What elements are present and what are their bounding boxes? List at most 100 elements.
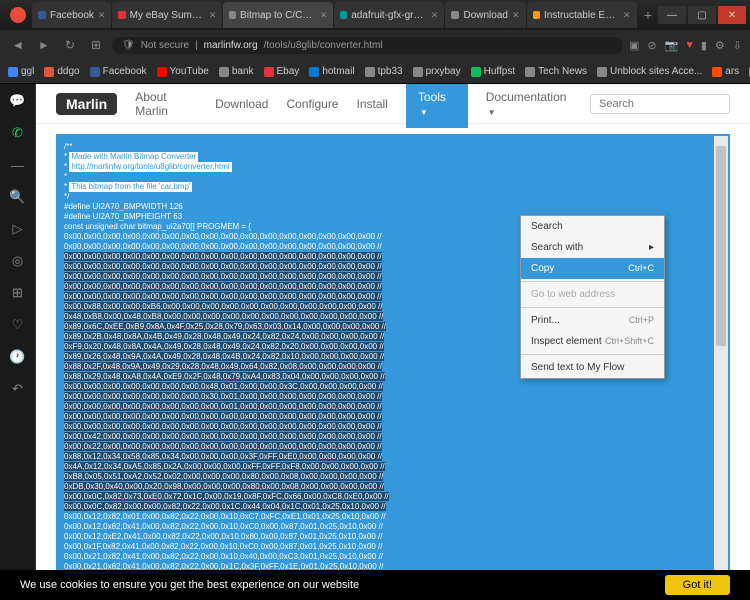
scrollbar[interactable] — [714, 136, 728, 570]
bookmark-item[interactable]: Unblock sites Acce... — [597, 66, 702, 77]
easy-setup-icon[interactable]: ⚙ — [715, 39, 725, 52]
bookmarks-bar: gglddgo Facebook YouTube bank Ebay hotmail tpb… — [0, 60, 750, 84]
shield-icon: 🛡 — [122, 40, 135, 51]
snapshot-icon[interactable]: ◎ — [9, 252, 27, 270]
favicon — [38, 11, 46, 19]
bookmark-favicon — [597, 67, 607, 77]
sidebar-toggle-icon[interactable]: ▮ — [701, 39, 707, 52]
bookmark-favicon — [712, 67, 722, 77]
nav-link[interactable]: Tools ▼ — [406, 84, 468, 128]
workspaces-icon[interactable]: ⊞ — [9, 284, 27, 302]
context-menu-item[interactable]: Inspect elementCtrl+Shift+C — [521, 331, 664, 352]
bookmark-item[interactable]: YouTube — [157, 66, 209, 77]
cookie-accept-button[interactable]: Got it! — [665, 575, 730, 595]
cookie-text: We use cookies to ensure you get the bes… — [20, 579, 359, 591]
cookie-banner: We use cookies to ensure you get the bes… — [0, 570, 750, 600]
messenger-icon[interactable]: 💬 — [9, 92, 27, 110]
tab-close-icon[interactable]: ✕ — [623, 10, 631, 21]
close-button[interactable]: ✕ — [718, 6, 746, 24]
nav-link[interactable]: Install — [356, 97, 387, 111]
bookmark-item[interactable]: ddgo — [44, 66, 79, 77]
nav-link[interactable]: Documentation ▼ — [486, 90, 572, 118]
url-path: /tools/u8glib/converter.html — [264, 40, 383, 51]
bookmark-item[interactable]: hotmail — [309, 66, 354, 77]
opera-icon[interactable] — [10, 7, 26, 23]
bookmark-item[interactable]: prxybay — [413, 66, 461, 77]
favicon — [533, 11, 540, 19]
context-menu: SearchSearch with▸CopyCtrl+C Go to web ad… — [520, 215, 665, 379]
blocker-icon[interactable]: ⊘ — [647, 39, 656, 52]
separator: — — [9, 156, 27, 174]
favicon — [451, 11, 459, 19]
context-menu-item: Go to web address — [521, 284, 664, 305]
nav-link[interactable]: About Marlin — [135, 90, 197, 118]
search-input[interactable] — [590, 94, 730, 114]
bookmark-item[interactable]: tpb33 — [365, 66, 403, 77]
context-menu-item[interactable]: Send text to My Flow — [521, 357, 664, 378]
new-tab-button[interactable]: + — [638, 7, 658, 23]
browser-tab[interactable]: Facebook✕ — [32, 2, 111, 28]
tab-close-icon[interactable]: ✕ — [209, 10, 217, 21]
browser-tab[interactable]: adafruit-gfx-graphi...✕ — [334, 2, 444, 28]
tab-close-icon[interactable]: ✕ — [98, 10, 106, 21]
nav-link[interactable]: Download — [215, 97, 268, 111]
maximize-button[interactable]: ▢ — [688, 6, 716, 24]
bookmark-favicon — [219, 67, 229, 77]
opera-sidebar: 💬 ✆ — 🔍 ▷ ◎ ⊞ ♡ 🕐 ↶ ⋯ — [0, 84, 36, 600]
camera-icon[interactable]: 📷 — [665, 39, 679, 52]
bookmark-favicon — [471, 67, 481, 77]
minimize-button[interactable]: — — [658, 6, 686, 24]
speed-dial-button[interactable]: ⊞ — [86, 38, 106, 52]
context-menu-item[interactable]: Search with▸ — [521, 237, 664, 258]
context-menu-item[interactable]: Print...Ctrl+P — [521, 310, 664, 331]
bookmark-heart-icon[interactable]: ♥ — [686, 39, 693, 52]
flow-icon[interactable]: ▷ — [9, 220, 27, 238]
bookmark-item[interactable]: Huffpst — [471, 66, 516, 77]
browser-tab[interactable]: Download✕ — [445, 2, 525, 28]
forward-button[interactable]: ► — [34, 38, 54, 52]
secure-label: Not secure — [141, 40, 189, 51]
browser-tab[interactable]: Instructable Editor✕ — [527, 2, 637, 28]
history-icon[interactable]: 🕐 — [9, 348, 27, 366]
heart-icon[interactable]: ♡ — [9, 316, 27, 334]
bookmark-item[interactable]: ars — [712, 66, 739, 77]
bookmark-favicon — [8, 67, 18, 77]
extension-icon[interactable]: ▣ — [629, 39, 639, 52]
browser-tab[interactable]: Bitmap to C/C++ C...✕ — [223, 2, 333, 28]
marlin-logo[interactable]: Marlin — [56, 93, 117, 115]
back-icon[interactable]: ↶ — [9, 380, 27, 398]
scroll-thumb[interactable] — [716, 146, 726, 346]
nav-link[interactable]: Configure — [286, 97, 338, 111]
bookmark-item[interactable]: Tech News — [525, 66, 587, 77]
bookmark-item[interactable]: ggl — [8, 66, 34, 77]
browser-tab[interactable]: My eBay Summary✕ — [112, 2, 222, 28]
chevron-down-icon: ▼ — [488, 108, 496, 117]
bookmark-item[interactable]: Ebay — [264, 66, 300, 77]
back-button[interactable]: ◄ — [8, 38, 28, 52]
whatsapp-icon[interactable]: ✆ — [9, 124, 27, 142]
bookmark-favicon — [365, 67, 375, 77]
window-controls: — ▢ ✕ — [658, 6, 746, 24]
tab-close-icon[interactable]: ✕ — [431, 10, 439, 21]
context-menu-item[interactable]: CopyCtrl+C — [521, 258, 664, 279]
search-icon[interactable]: 🔍 — [9, 188, 27, 206]
bookmark-favicon — [90, 67, 100, 77]
favicon — [340, 11, 347, 19]
address-bar: ◄ ► ↻ ⊞ 🛡 Not secure | marlinfw.org/tool… — [0, 30, 750, 60]
bookmark-item[interactable]: bank — [219, 66, 254, 77]
bookmark-favicon — [525, 67, 535, 77]
url-input[interactable]: 🛡 Not secure | marlinfw.org/tools/u8glib… — [112, 37, 623, 54]
reload-button[interactable]: ↻ — [60, 38, 80, 52]
bookmark-item[interactable]: Facebook — [90, 66, 147, 77]
url-host: marlinfw.org — [204, 40, 258, 51]
favicon — [229, 11, 236, 19]
window-titlebar: Facebook✕My eBay Summary✕Bitmap to C/C++… — [0, 0, 750, 30]
tab-close-icon[interactable]: ✕ — [512, 10, 520, 21]
context-menu-item[interactable]: Search — [521, 216, 664, 237]
browser-tabs: Facebook✕My eBay Summary✕Bitmap to C/C++… — [32, 2, 638, 28]
bookmark-favicon — [413, 67, 423, 77]
bookmark-favicon — [309, 67, 319, 77]
tab-close-icon[interactable]: ✕ — [320, 10, 328, 21]
downloads-icon[interactable]: ⇩ — [733, 39, 742, 52]
chevron-down-icon: ▼ — [420, 108, 428, 117]
